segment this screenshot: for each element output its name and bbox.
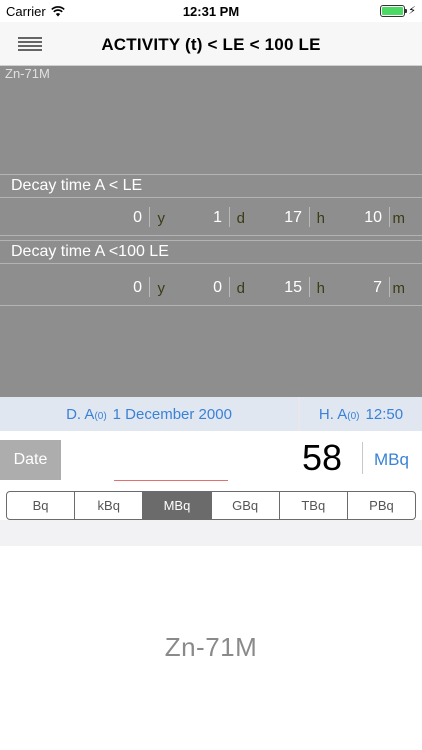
minutes-value: 10 [364,209,382,226]
decay-100le-title: Decay time A <100 LE [0,240,422,264]
years-unit: y [157,210,166,227]
nuclide-label: Zn-71M [5,66,50,81]
date-button[interactable]: Date [0,440,61,480]
status-right: ⚡ [380,4,416,17]
unit-segment-kbq[interactable]: kBq [75,492,144,519]
years-value: 0 [133,279,142,296]
unit-segment-mbq[interactable]: MBq [143,492,212,519]
days-unit: d [236,210,245,227]
days-value: 0 [213,279,222,296]
status-bar: Carrier 12:31 PM ⚡ [0,0,422,22]
decay-le-days: 1 d [170,198,250,236]
days-value: 1 [213,209,222,226]
page-title: ACTIVITY (t) < LE < 100 LE [101,35,321,54]
decay-le-years: 0 y [90,198,170,236]
unit-segment-bq[interactable]: Bq [7,492,76,519]
activity-unit[interactable]: MBq [374,450,409,470]
hours-value: 17 [284,209,302,226]
unit-segment-gbq[interactable]: GBq [212,492,280,519]
date-selector[interactable]: D. A(0) 1 December 2000 [0,397,298,431]
nuclide-footer-label: Zn-71M [164,632,258,662]
separator-band [0,520,422,546]
hours-unit: h [316,280,325,297]
decay-100le-minutes: 7 m [330,268,410,306]
entry-underline[interactable] [114,480,228,481]
decay-100le-row: 0 y 0 d 15 h 7 m [0,268,422,306]
value-divider [362,442,363,474]
unit-segment-pbq[interactable]: PBq [348,492,415,519]
status-time: 12:31 PM [182,4,240,19]
unit-segment-tbq[interactable]: TBq [280,492,348,519]
nav-bar: ACTIVITY (t) < LE < 100 LE [0,22,422,66]
decay-100le-hours: 15 h [250,268,330,306]
decay-le-row: 0 y 1 d 17 h 10 m [0,198,422,236]
decay-le-minutes: 10 m [330,198,410,236]
date-hour-bar: D. A(0) 1 December 2000 H. A(0) 12:50 [0,397,422,431]
decay-panel: Zn-71M Decay time A < LE 0 y 1 d 17 h 10… [0,66,422,397]
decay-le-hours: 17 h [250,198,330,236]
hours-value: 15 [284,279,302,296]
decay-le-title: Decay time A < LE [0,174,422,198]
days-unit: d [236,280,245,297]
hour-selector[interactable]: H. A(0) 12:50 [300,397,422,431]
charging-icon: ⚡ [408,5,416,17]
hour-label: H. A(0) [318,405,360,423]
years-unit: y [157,280,166,297]
activity-value[interactable]: 58 [302,437,342,479]
hour-value: 12:50 [365,405,404,423]
date-value: 1 December 2000 [112,405,232,423]
battery-icon [380,4,408,17]
years-value: 0 [133,209,142,226]
minutes-value: 7 [373,279,382,296]
hours-unit: h [316,210,325,227]
decay-100le-days: 0 d [170,268,250,306]
minutes-unit: m [392,210,406,227]
decay-100le-years: 0 y [90,268,170,306]
minutes-unit: m [392,280,406,297]
date-label: D. A(0) [66,405,107,423]
unit-segmented-control: Bq kBq MBq GBq TBq PBq [6,491,416,520]
